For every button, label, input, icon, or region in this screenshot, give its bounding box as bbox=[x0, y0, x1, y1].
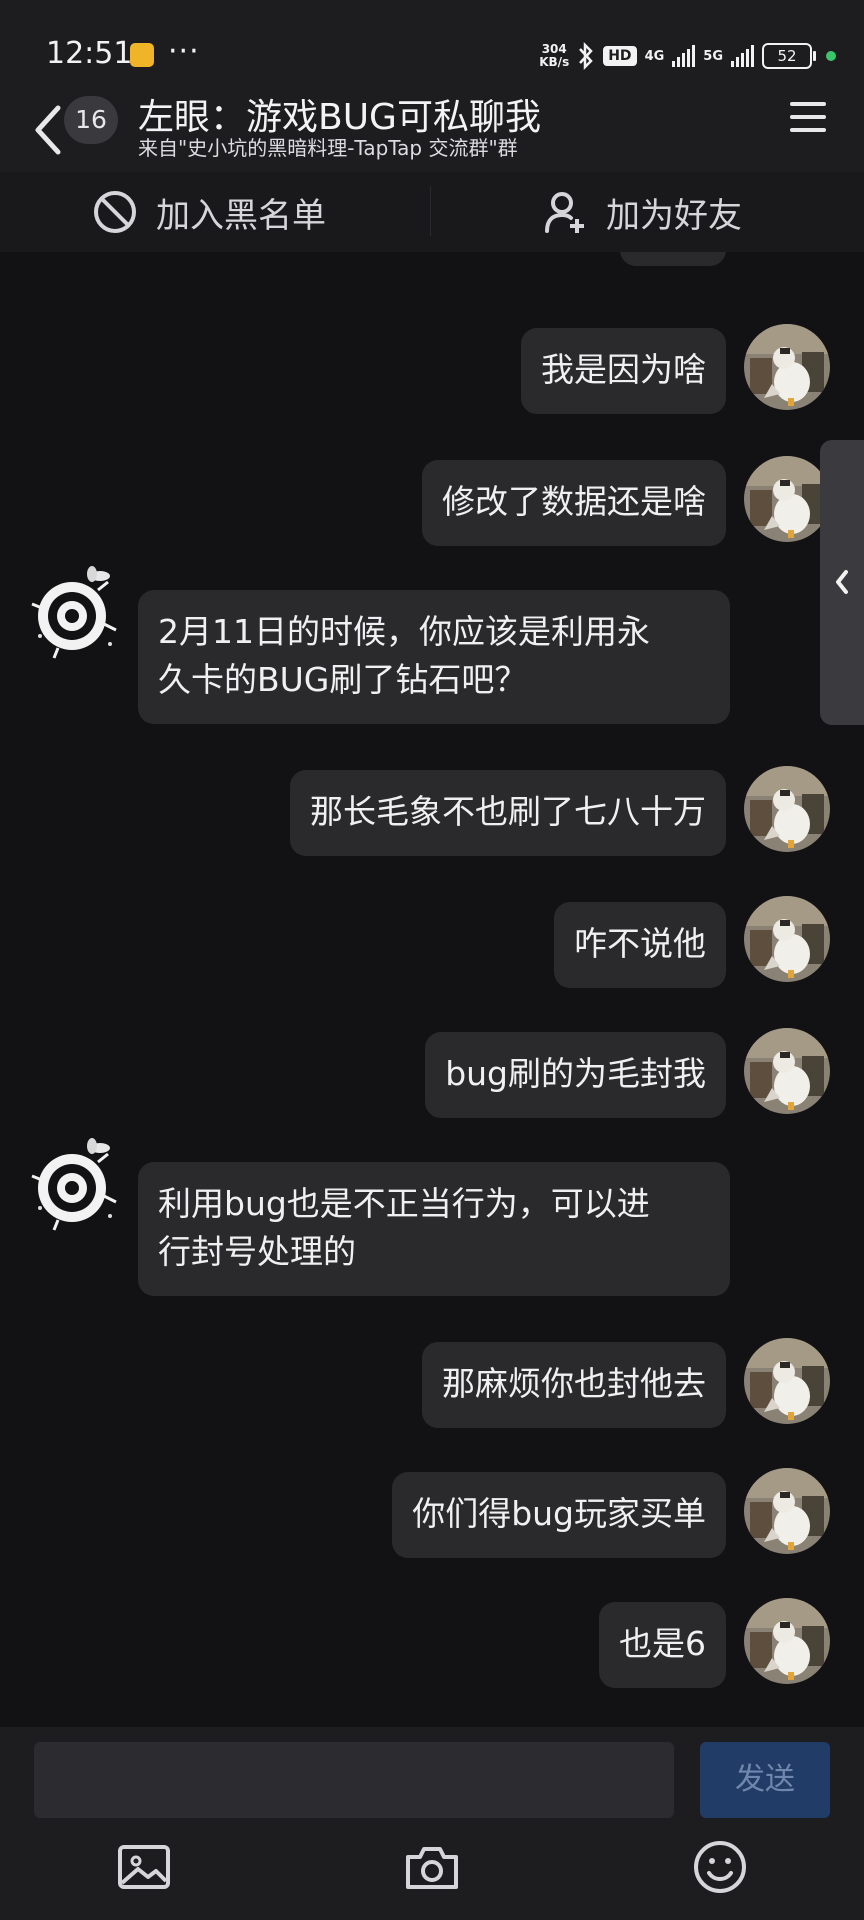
more-notifications-icon: ··· bbox=[168, 34, 200, 69]
side-panel-handle[interactable] bbox=[820, 440, 864, 725]
input-bar: 发送 bbox=[0, 1727, 864, 1920]
add-friend-label: 加为好友 bbox=[606, 195, 742, 236]
block-icon bbox=[94, 191, 136, 233]
chat-subtitle: 来自"史小坑的黑暗料理-TapTap 交流群"群 bbox=[138, 136, 518, 160]
hd-voice-icon: HD bbox=[603, 46, 637, 66]
message-list[interactable]: 断定 我是因为啥 修改了数据还是啥 2月11日的时候，你应该是利用永 久卡的BU… bbox=[0, 172, 864, 1727]
my-avatar[interactable] bbox=[744, 766, 830, 852]
message-text: 修改了数据还是啥 bbox=[442, 482, 706, 521]
message-bubble-mine[interactable]: 我是因为啥 bbox=[521, 328, 726, 414]
network-5g-label: 5G bbox=[703, 48, 723, 64]
message-text: 咋不说他 bbox=[574, 924, 706, 963]
add-friend-button[interactable]: 加为好友 bbox=[544, 172, 742, 252]
message-bubble-other[interactable]: 2月11日的时候，你应该是利用永 久卡的BUG刷了钻石吧？ bbox=[138, 590, 730, 724]
action-divider bbox=[430, 186, 431, 236]
message-bubble-mine[interactable]: bug刷的为毛封我 bbox=[425, 1032, 726, 1118]
network-speed-unit: KB/s bbox=[539, 55, 570, 69]
block-button[interactable]: 加入黑名单 bbox=[92, 172, 326, 252]
status-time: 12:51 bbox=[46, 36, 133, 71]
emoji-icon[interactable] bbox=[690, 1837, 750, 1897]
chat-header: 16 左眼：游戏BUG可私聊我 来自"史小坑的黑暗料理-TapTap 交流群"群 bbox=[0, 86, 864, 172]
unread-count-badge[interactable]: 16 bbox=[64, 96, 118, 144]
message-text: 那长毛象不也刷了七八十万 bbox=[310, 792, 706, 831]
signal-icon bbox=[672, 45, 696, 67]
message-text: 那麻烦你也封他去 bbox=[442, 1364, 706, 1403]
message-text: 也是6 bbox=[619, 1624, 706, 1663]
my-avatar[interactable] bbox=[744, 896, 830, 982]
message-bubble-mine[interactable]: 你们得bug玩家买单 bbox=[392, 1472, 726, 1558]
contact-action-bar: 加入黑名单 加为好友 bbox=[0, 172, 864, 252]
network-speed: 304 KB/s bbox=[539, 43, 569, 69]
message-bubble-mine[interactable]: 那长毛象不也刷了七八十万 bbox=[290, 770, 726, 856]
status-bar: 12:51 ··· 304 KB/s HD 4G 5G 52 bbox=[0, 0, 864, 86]
bluetooth-icon bbox=[579, 42, 593, 70]
add-friend-icon bbox=[545, 192, 584, 233]
battery-icon: 52 bbox=[762, 43, 816, 69]
network-4g-label: 4G bbox=[644, 48, 665, 64]
message-text-line: 久卡的BUG刷了钻石吧？ bbox=[158, 660, 528, 699]
message-text-line: 2月11日的时候，你应该是利用永 bbox=[158, 612, 650, 651]
message-text-line: 行封号处理的 bbox=[158, 1232, 356, 1271]
message-text: bug刷的为毛封我 bbox=[445, 1054, 706, 1093]
camera-icon[interactable] bbox=[402, 1837, 462, 1897]
my-avatar[interactable] bbox=[744, 1468, 830, 1554]
my-avatar[interactable] bbox=[744, 1598, 830, 1684]
message-bubble-other[interactable]: 利用bug也是不正当行为，可以进 行封号处理的 bbox=[138, 1162, 730, 1296]
notification-icon bbox=[130, 43, 154, 67]
chevron-left-icon bbox=[836, 570, 848, 594]
my-avatar[interactable] bbox=[744, 324, 830, 410]
menu-icon[interactable] bbox=[790, 102, 830, 138]
status-indicators: 304 KB/s HD 4G 5G 52 bbox=[539, 40, 836, 72]
my-avatar[interactable] bbox=[744, 1028, 830, 1114]
message-text-line: 利用bug也是不正当行为，可以进 bbox=[158, 1184, 650, 1223]
message-bubble-mine[interactable]: 那麻烦你也封他去 bbox=[422, 1342, 726, 1428]
message-bubble-mine[interactable]: 也是6 bbox=[599, 1602, 726, 1688]
message-text: 你们得bug玩家买单 bbox=[412, 1494, 706, 1533]
image-icon[interactable] bbox=[114, 1837, 174, 1897]
back-icon[interactable] bbox=[28, 100, 68, 160]
other-avatar[interactable] bbox=[28, 564, 124, 660]
message-bubble-mine[interactable]: 咋不说他 bbox=[554, 902, 726, 988]
message-bubble-mine[interactable]: 修改了数据还是啥 bbox=[422, 460, 726, 546]
send-button[interactable]: 发送 bbox=[700, 1742, 830, 1818]
my-avatar[interactable] bbox=[744, 1338, 830, 1424]
other-avatar[interactable] bbox=[28, 1136, 124, 1232]
status-dot bbox=[826, 51, 836, 61]
message-text: 我是因为啥 bbox=[541, 350, 706, 389]
block-label: 加入黑名单 bbox=[156, 195, 326, 236]
message-input[interactable] bbox=[34, 1742, 674, 1818]
signal-icon-2 bbox=[731, 45, 754, 67]
my-avatar[interactable] bbox=[744, 456, 830, 542]
